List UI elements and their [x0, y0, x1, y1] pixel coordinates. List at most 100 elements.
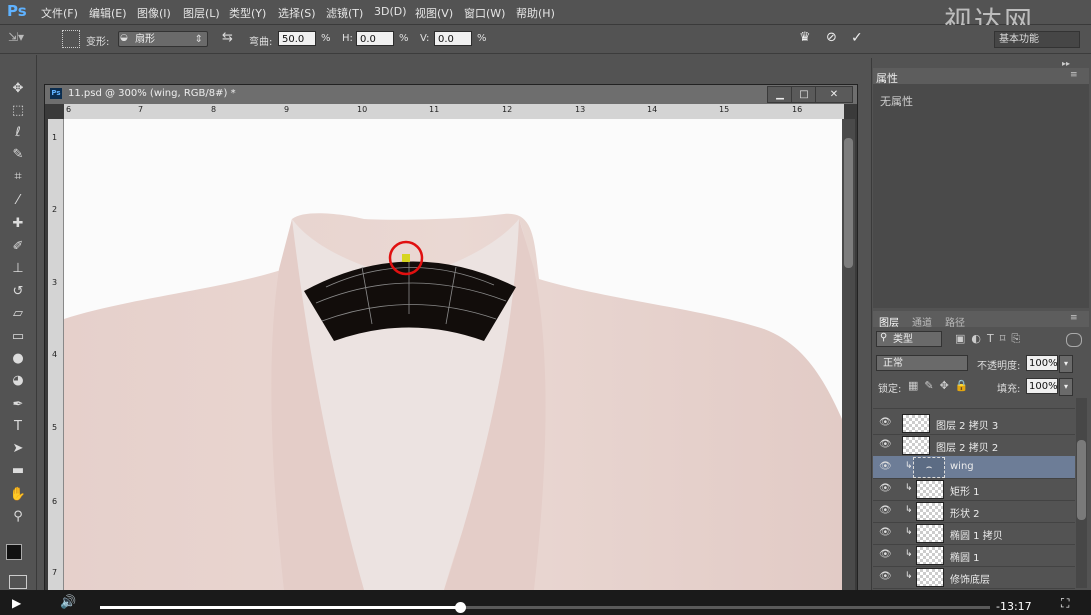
layers-scrollbar-thumb[interactable]	[1077, 440, 1086, 520]
layer-thumbnail	[916, 524, 944, 543]
layer-name: 椭圆 1	[950, 553, 980, 564]
menu-view[interactable]: 视图(V)	[415, 5, 453, 21]
control-point[interactable]	[402, 254, 410, 262]
layer-row-selected[interactable]	[873, 456, 1075, 479]
eye-icon[interactable]: 👁	[879, 527, 892, 538]
menu-help[interactable]: 帮助(H)	[516, 5, 555, 21]
minimize-button[interactable]: ▁	[767, 86, 793, 103]
quick-mask-icon[interactable]	[9, 575, 27, 589]
stamp-tool-icon[interactable]: ⊥	[9, 260, 27, 278]
warp-style-select[interactable]: 扇形 ⇕	[118, 31, 208, 47]
menu-select[interactable]: 选择(S)	[278, 5, 316, 21]
opacity-label: 不透明度:	[977, 361, 1021, 372]
eye-icon[interactable]: 👁	[879, 483, 892, 494]
document-title: 11.psd @ 300% (wing, RGB/8#) *	[68, 88, 236, 99]
marquee-tool-icon[interactable]: ⬚	[9, 102, 27, 120]
smart-object-thumbnail: ⌢	[913, 457, 945, 478]
eraser-tool-icon[interactable]: ▱	[9, 305, 27, 323]
opacity-input[interactable]: 100%	[1026, 355, 1058, 371]
ruler-h-label: 15	[719, 105, 730, 114]
shape-tool-icon[interactable]: ▬	[9, 462, 27, 480]
ruler-h-label: 8	[211, 105, 217, 114]
opacity-dropdown-icon[interactable]: ▾	[1059, 355, 1073, 373]
collapse-panel-icon[interactable]: ▸▸	[1062, 59, 1070, 68]
eyedropper-tool-icon[interactable]: ⁄	[9, 192, 27, 210]
layers-panel-menu-icon[interactable]: ≡	[1070, 313, 1078, 323]
menu-type[interactable]: 类型(Y)	[229, 5, 266, 21]
move-tool-icon[interactable]: ✥	[9, 80, 27, 98]
fill-input[interactable]: 100%	[1026, 378, 1058, 394]
ruler-h-label: 14	[647, 105, 658, 114]
warp-orientation-icon[interactable]: ⇆	[222, 30, 233, 45]
menu-edit[interactable]: 编辑(E)	[89, 5, 127, 21]
bend-input[interactable]: 50.0	[278, 31, 316, 46]
dodge-tool-icon[interactable]: ◕	[9, 372, 27, 390]
quick-select-tool-icon[interactable]: ✎	[9, 146, 27, 164]
layer-thumbnail	[916, 502, 944, 521]
warp-mode-icon[interactable]: ♛	[799, 30, 811, 45]
zoom-tool-icon[interactable]: ⚲	[9, 508, 27, 526]
workspace-select[interactable]: 基本功能	[994, 31, 1080, 48]
eye-icon[interactable]: 👁	[879, 461, 892, 472]
commit-transform-icon[interactable]: ✓	[851, 30, 863, 46]
photoshop-logo: Ps	[7, 2, 27, 20]
healing-brush-tool-icon[interactable]: ✚	[9, 215, 27, 233]
h-unit: %	[399, 33, 409, 44]
warp-grid-icon[interactable]	[62, 30, 80, 48]
cancel-transform-icon[interactable]: ⊘	[826, 30, 837, 45]
blur-tool-icon[interactable]: ●	[9, 350, 27, 368]
panel-menu-icon[interactable]: ≡	[1070, 70, 1078, 80]
layer-name: 形状 2	[950, 509, 980, 520]
menu-filter[interactable]: 滤镜(T)	[326, 5, 363, 21]
crop-tool-icon[interactable]: ⌗	[9, 168, 27, 186]
maximize-button[interactable]: □	[791, 86, 817, 103]
blend-mode-select[interactable]: 正常	[876, 355, 968, 371]
h-input[interactable]: 0.0	[356, 31, 394, 46]
properties-tab-bar	[873, 68, 1089, 84]
time-remaining: -13:17	[996, 600, 1032, 613]
close-button[interactable]: ✕	[815, 86, 853, 103]
eye-icon[interactable]: 👁	[879, 417, 892, 428]
menu-3d[interactable]: 3D(D)	[374, 5, 407, 18]
filter-type-icons[interactable]: ▣◐T⌑⎘	[955, 332, 1026, 346]
ruler-v-label: 4	[52, 350, 58, 359]
path-select-tool-icon[interactable]: ➤	[9, 440, 27, 458]
menu-window[interactable]: 窗口(W)	[464, 5, 505, 21]
eye-icon[interactable]: 👁	[879, 571, 892, 582]
lock-icons[interactable]: ▦✎✥🔒	[908, 379, 975, 392]
eye-icon[interactable]: 👁	[879, 439, 892, 450]
pen-tool-icon[interactable]: ✒	[9, 396, 27, 414]
tool-preset-icon[interactable]: ⇲▾	[8, 30, 44, 48]
hand-tool-icon[interactable]: ✋	[9, 486, 27, 504]
layer-name: wing	[950, 461, 974, 472]
search-icon: ⚲	[880, 332, 888, 343]
brush-tool-icon[interactable]: ✐	[9, 238, 27, 256]
clip-arrow-icon: ↳	[905, 549, 913, 559]
volume-icon[interactable]: 🔊	[60, 595, 76, 610]
eye-icon[interactable]: 👁	[879, 549, 892, 560]
menu-layer[interactable]: 图层(L)	[183, 5, 220, 21]
fill-dropdown-icon[interactable]: ▾	[1059, 378, 1073, 396]
ruler-h-label: 6	[66, 105, 72, 114]
scrollbar-thumb[interactable]	[844, 138, 853, 268]
progress-fill	[100, 606, 461, 609]
warp-style-value: 扇形	[135, 34, 155, 45]
filter-toggle[interactable]	[1066, 333, 1082, 347]
play-icon[interactable]: ▶	[12, 596, 21, 610]
v-input[interactable]: 0.0	[434, 31, 472, 46]
menu-file[interactable]: 文件(F)	[41, 5, 78, 21]
layer-thumbnail	[916, 546, 944, 565]
menu-image[interactable]: 图像(I)	[137, 5, 171, 21]
fullscreen-icon[interactable]: ⛶	[1061, 596, 1069, 611]
foreground-color-swatch[interactable]	[6, 544, 22, 560]
canvas-artwork	[64, 213, 842, 590]
lasso-tool-icon[interactable]: ℓ	[9, 124, 27, 142]
eye-icon[interactable]: 👁	[879, 505, 892, 516]
layer-row-clipped[interactable]	[873, 398, 1075, 409]
gradient-tool-icon[interactable]: ▭	[9, 328, 27, 346]
clip-arrow-icon: ↳	[905, 505, 913, 515]
history-brush-tool-icon[interactable]: ↺	[9, 283, 27, 301]
type-tool-icon[interactable]: T	[9, 418, 27, 436]
bend-unit: %	[321, 33, 331, 44]
canvas[interactable]	[64, 119, 842, 590]
